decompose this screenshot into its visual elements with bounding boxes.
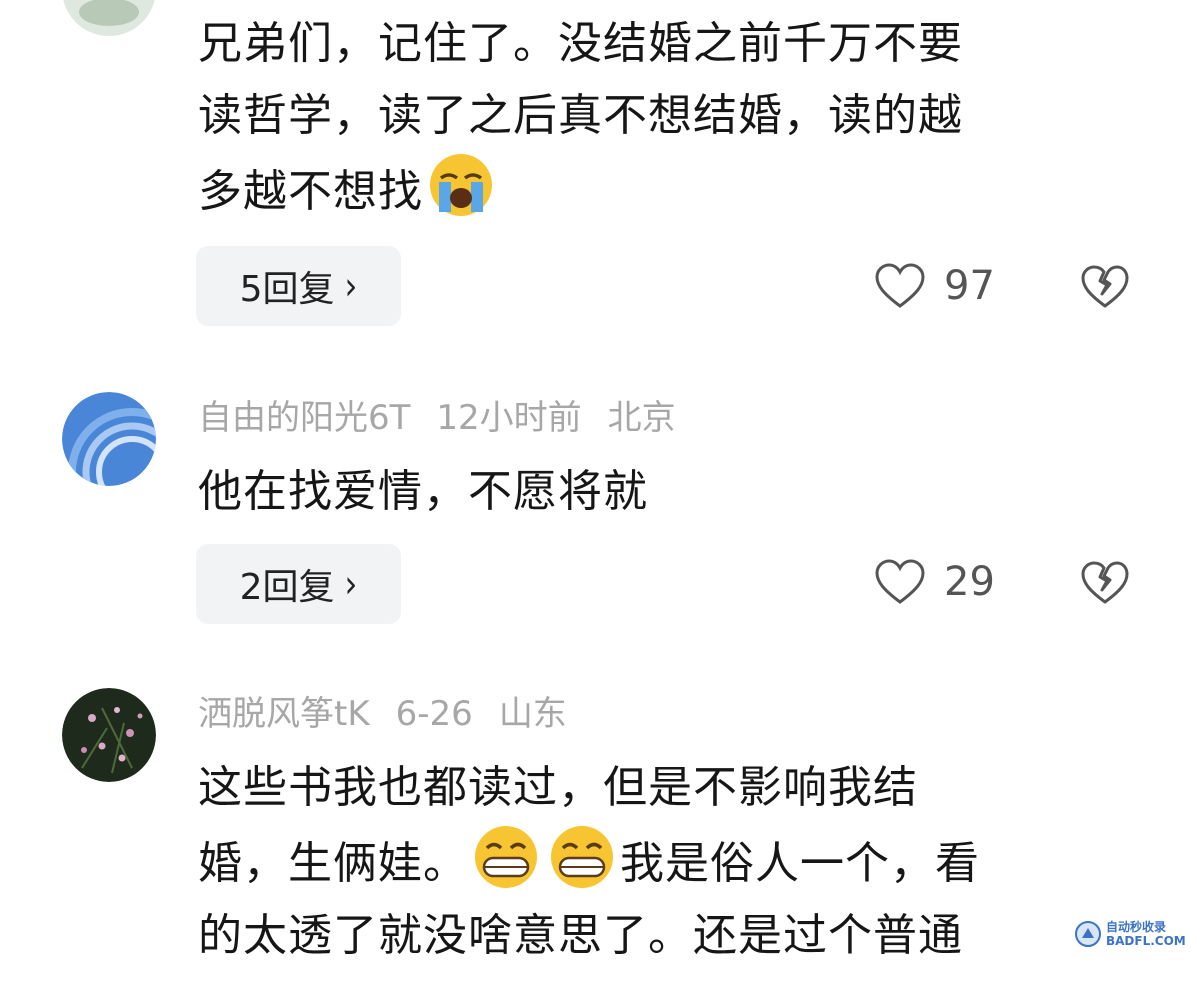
comment-line: 的太透了就没啥意思了。还是过个普通 — [198, 910, 963, 961]
grinning-face-icon — [475, 826, 537, 888]
comment-text: 兄弟们，记住了。没结婚之前千万不要 读哲学，读了之后真不想结婚，读的越 多越不想… — [198, 8, 1118, 228]
watermark-logo-icon — [1075, 921, 1101, 947]
comment-line: 读哲学，读了之后真不想结婚，读的越 — [198, 90, 963, 141]
comment-meta: 自由的阳光6T 12小时前 北京 — [198, 398, 702, 438]
comment-line: 这些书我也都读过，但是不影响我结 — [198, 762, 918, 813]
comment-line-text: 我是俗人一个，看 — [620, 838, 980, 889]
comment-meta: 洒脱风筝tK 6-26 山东 — [198, 694, 593, 734]
comment-line: 多越不想找 — [198, 152, 1118, 228]
broken-heart-icon — [1081, 265, 1129, 308]
location: 北京 — [607, 398, 676, 438]
comment-line: 婚，生俩娃。 我是俗人一个，看 — [198, 824, 1118, 900]
avatar[interactable] — [62, 0, 156, 36]
like-count: 29 — [944, 559, 995, 605]
heart-icon — [875, 263, 925, 308]
watermark-line1: 自动秒收录 — [1106, 920, 1167, 934]
comment-line: 兄弟们，记住了。没结婚之前千万不要 — [198, 18, 963, 69]
avatar-image — [62, 392, 156, 486]
avatar[interactable] — [62, 688, 156, 782]
broken-heart-icon — [1081, 561, 1129, 604]
heart-icon — [875, 559, 925, 604]
like-button[interactable]: 29 — [874, 558, 995, 606]
dislike-button[interactable] — [1080, 264, 1130, 314]
watermark-text: 自动秒收录 BADFL.COM — [1106, 920, 1186, 948]
chevron-right-icon: › — [344, 561, 358, 607]
comment-line-text: 多越不想找 — [198, 166, 423, 217]
replies-button[interactable]: 2回复 › — [196, 544, 401, 624]
loudly-crying-face-icon — [430, 154, 492, 216]
avatar-image — [62, 688, 156, 782]
comment-line-text: 婚，生俩娃。 — [198, 838, 468, 889]
timestamp: 6-26 — [395, 694, 473, 734]
chevron-right-icon: › — [344, 263, 358, 309]
replies-label: 5回复 — [239, 269, 335, 310]
location: 山东 — [498, 694, 567, 734]
like-button[interactable]: 97 — [874, 262, 995, 310]
replies-label: 2回复 — [239, 567, 335, 608]
username[interactable]: 自由的阳光6T — [198, 398, 410, 438]
avatar-image — [63, 0, 155, 36]
like-count: 97 — [944, 263, 995, 309]
comment-text: 他在找爱情，不愿将就 — [198, 456, 1118, 528]
watermark-line2: BADFL.COM — [1106, 934, 1186, 948]
replies-button[interactable]: 5回复 › — [196, 246, 401, 326]
watermark: 自动秒收录 BADFL.COM — [1074, 920, 1186, 948]
comment-line: 他在找爱情，不愿将就 — [198, 466, 648, 517]
timestamp: 12小时前 — [436, 398, 582, 438]
grinning-face-icon — [551, 826, 613, 888]
comment-text: 这些书我也都读过，但是不影响我结 婚，生俩娃。 我是俗人一个，看 的太透了就没啥… — [198, 752, 1118, 983]
dislike-button[interactable] — [1080, 560, 1130, 610]
username[interactable]: 洒脱风筝tK — [198, 694, 370, 734]
avatar[interactable] — [62, 392, 156, 486]
